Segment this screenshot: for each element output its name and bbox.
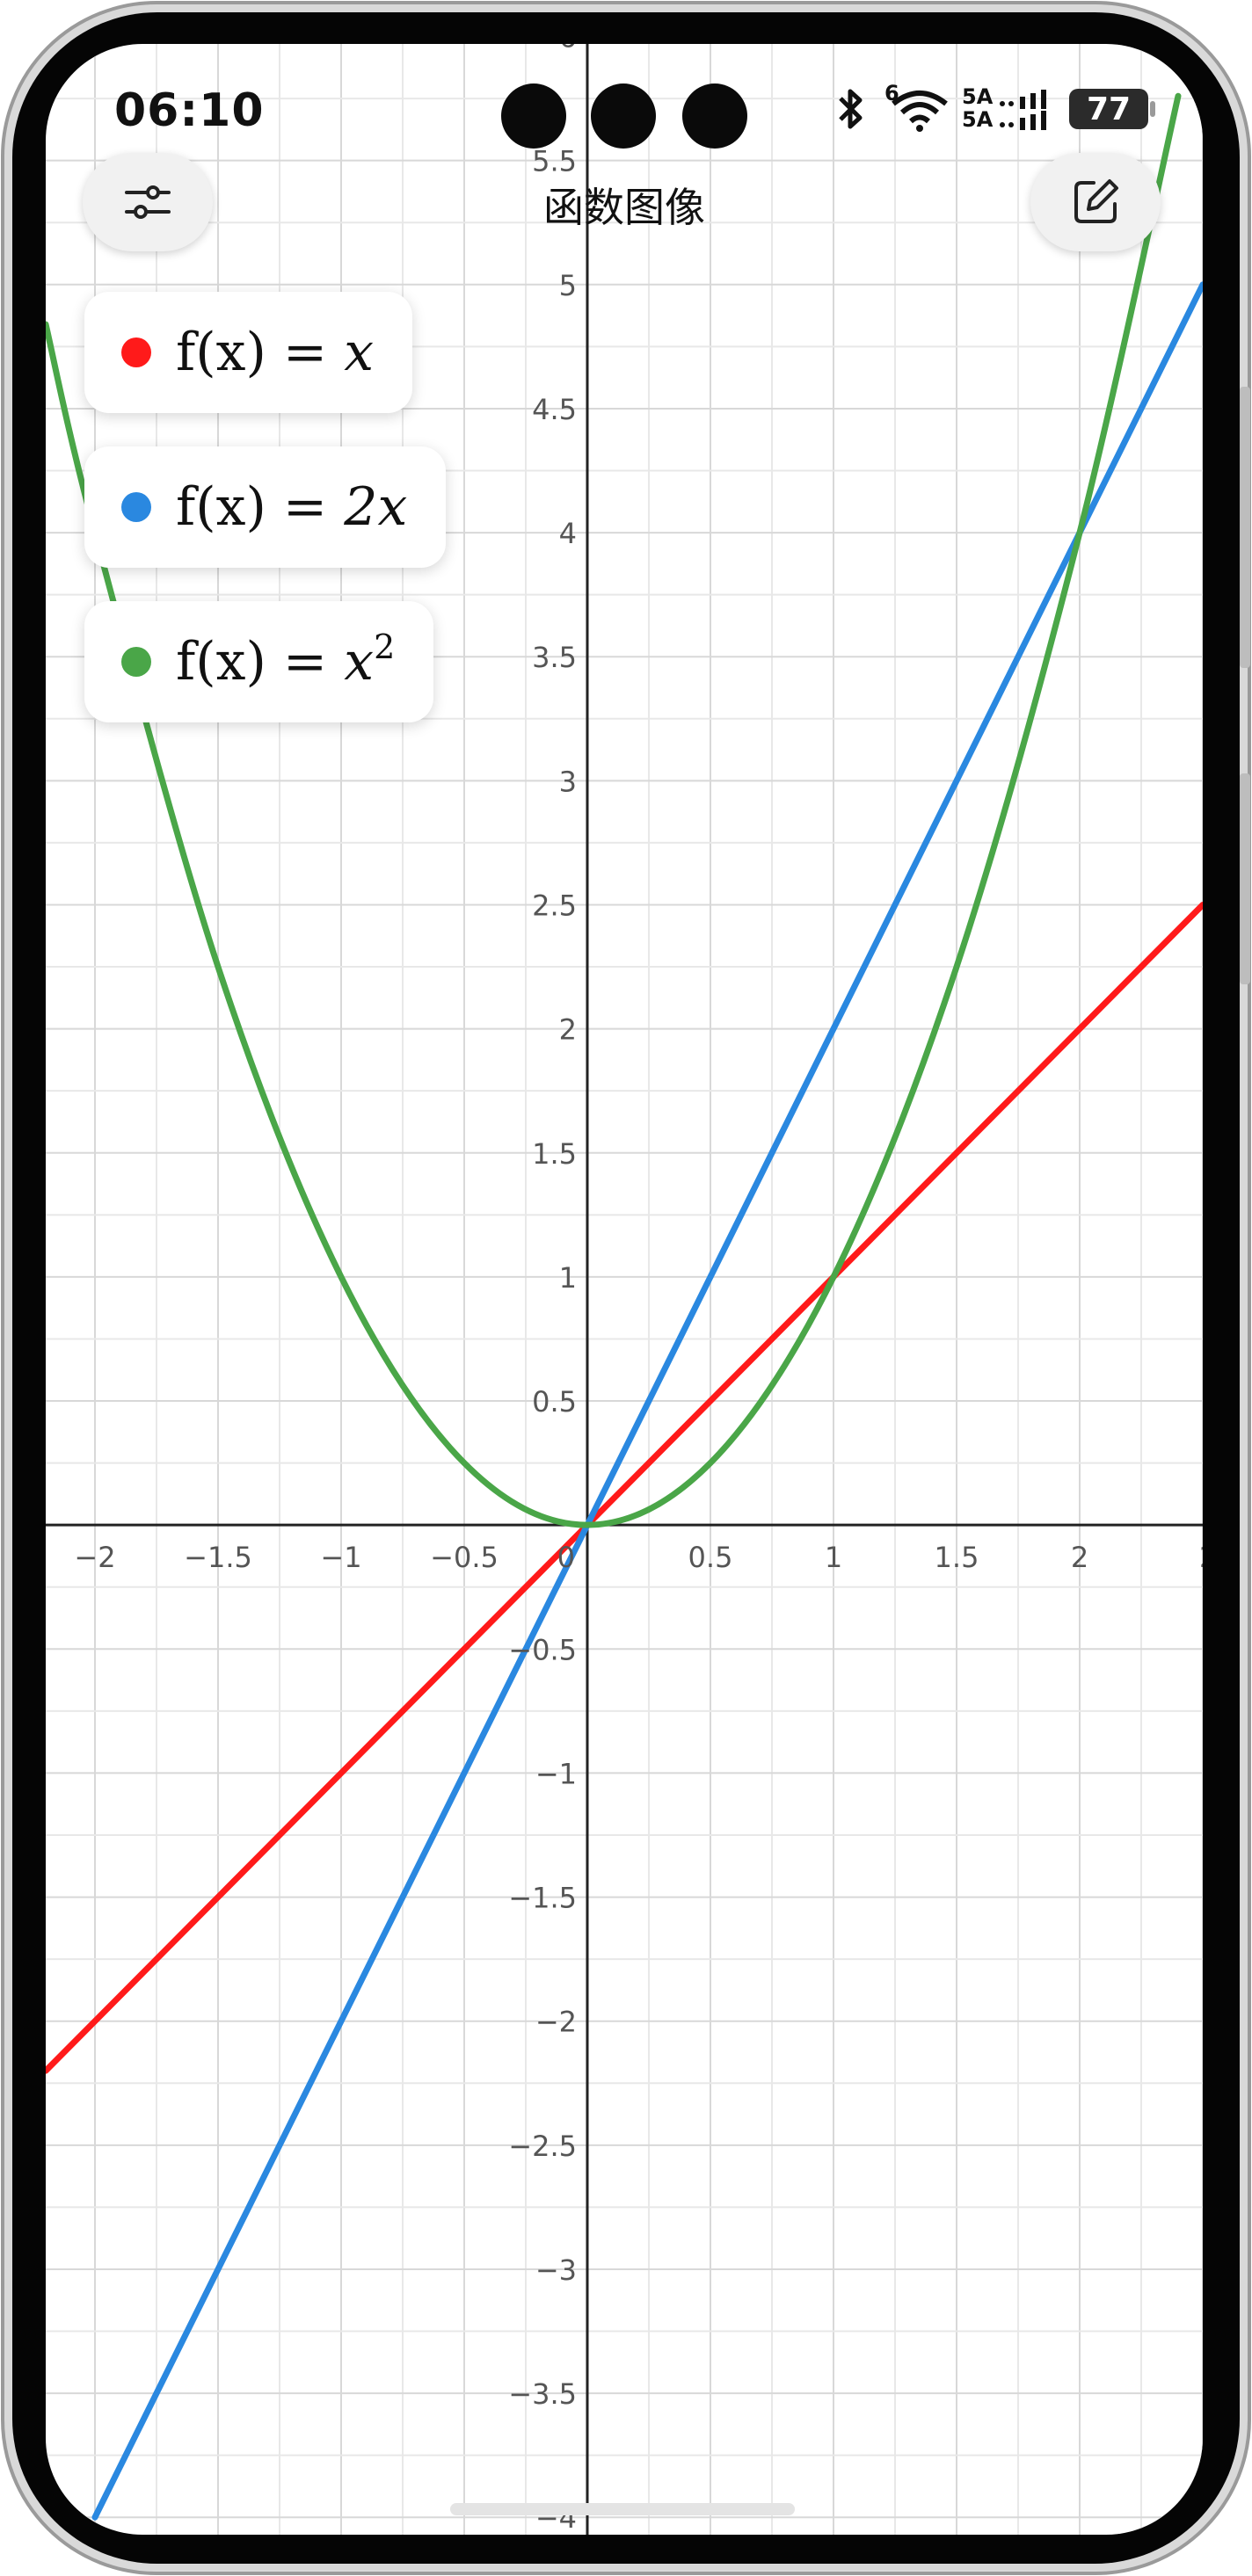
legend-item-x-squared[interactable]: f(x) = x2 [84, 601, 434, 722]
y-tick-label: −1.5 [508, 1882, 577, 1915]
bluetooth-icon [839, 89, 863, 129]
y-tick-label: −0.5 [508, 1633, 577, 1666]
x-tick-label: −1.5 [184, 1541, 252, 1574]
legend-item-2x[interactable]: f(x) = 2x [84, 446, 447, 568]
y-tick-label: 4 [559, 517, 577, 550]
x-tick-label: −1 [320, 1541, 361, 1574]
x-tick-label: 1.5 [935, 1541, 979, 1574]
cellular-signal: 5A 5A [962, 84, 1059, 134]
legend-formula: f(x) = 2x [176, 476, 408, 538]
series-line-x [46, 901, 1203, 2074]
legend-color-dot [121, 647, 151, 677]
page-title: 函数图像 [543, 184, 705, 231]
y-tick-label: 3 [559, 765, 577, 798]
x-tick-label: 0 [557, 1541, 575, 1574]
y-tick-label: 6 [559, 44, 577, 54]
x-tick-label: 1 [825, 1541, 842, 1574]
y-tick-label: −1 [535, 1757, 577, 1790]
y-tick-label: −3.5 [508, 2377, 577, 2411]
network-type: 5A [962, 107, 994, 132]
y-tick-label: 4.5 [532, 393, 577, 426]
camera-lens-icon [501, 83, 566, 149]
y-tick-label: 3.5 [532, 641, 577, 674]
status-time: 06:10 [114, 84, 265, 137]
edit-button[interactable] [1030, 153, 1161, 251]
battery-icon: 77 [1069, 89, 1155, 129]
wifi-badge: 6 [884, 81, 899, 105]
y-tick-label: 2 [559, 1013, 577, 1047]
legend-item-x[interactable]: f(x) = x [84, 292, 413, 413]
y-tick-label: 5 [559, 269, 577, 302]
legend-color-dot [121, 337, 151, 367]
network-type: 5A [962, 84, 994, 109]
legend-formula: f(x) = x2 [176, 628, 396, 693]
signal-bars-icon [1000, 90, 1046, 130]
x-tick-label: 2 [1071, 1541, 1088, 1574]
y-tick-label: 2.5 [532, 889, 577, 922]
function-graph[interactable]: −2−1.5−1−0.500.511.522.−4−3.5−3−2.5−2−1.… [46, 44, 1203, 2535]
settings-button[interactable] [83, 153, 213, 251]
y-tick-label: −3 [535, 2253, 577, 2287]
sliders-icon [125, 185, 171, 219]
y-tick-label: 5.5 [532, 145, 577, 178]
front-camera-icon [591, 83, 656, 149]
y-tick-label: −2 [535, 2006, 577, 2039]
camera-lens-icon [682, 83, 747, 149]
y-tick-label: −2.5 [508, 2130, 577, 2163]
y-tick-label: 1.5 [532, 1137, 577, 1171]
y-tick-label: 0.5 [532, 1385, 577, 1419]
x-tick-label: −2 [74, 1541, 115, 1574]
wifi-icon: 6 [884, 81, 950, 134]
status-icons: 6 5A 5A 77 [833, 81, 1155, 135]
legend-color-dot [121, 492, 151, 522]
power-button [1240, 773, 1250, 984]
volume-button [1240, 387, 1250, 668]
legend-formula: f(x) = x [176, 322, 375, 383]
x-tick-label: 2. [1199, 1541, 1203, 1574]
home-indicator[interactable] [450, 2503, 795, 2515]
app-screen: −2−1.5−1−0.500.511.522.−4−3.5−3−2.5−2−1.… [46, 44, 1203, 2535]
x-tick-label: 0.5 [688, 1541, 733, 1574]
x-tick-label: −0.5 [430, 1541, 499, 1574]
edit-note-icon [1074, 179, 1118, 223]
y-tick-label: 1 [559, 1261, 577, 1295]
battery-level: 77 [1086, 91, 1132, 127]
